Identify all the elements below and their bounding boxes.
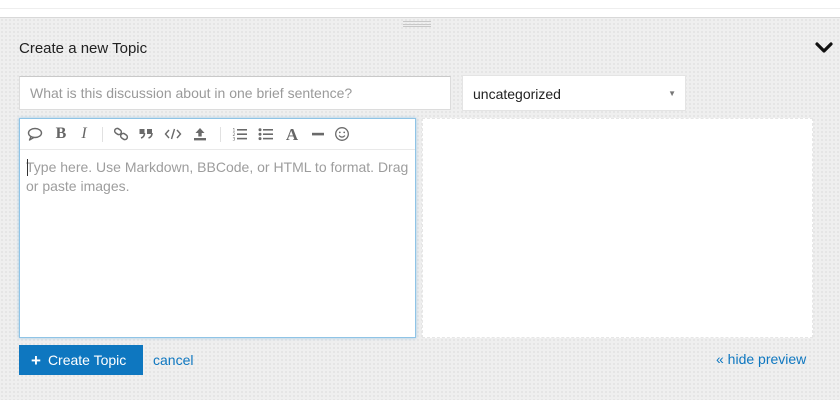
composer-panel: Create a new Topic uncategorized ▼ B I <box>0 18 840 400</box>
speech-bubble-icon[interactable] <box>25 125 45 143</box>
category-selected-value: uncategorized <box>473 86 561 102</box>
toolbar-separator <box>102 127 103 142</box>
chevron-down-icon <box>815 42 833 53</box>
editor-toolbar: B I 1 2 3 A <box>20 119 415 150</box>
editor-textarea[interactable] <box>20 150 415 337</box>
heading-icon[interactable]: A <box>282 125 302 143</box>
italic-icon[interactable]: I <box>74 125 94 143</box>
link-icon[interactable] <box>111 125 131 143</box>
cancel-link[interactable]: cancel <box>153 352 193 368</box>
top-strip <box>0 0 840 18</box>
collapse-button[interactable] <box>814 40 834 56</box>
composer-title: Create a new Topic <box>19 40 148 57</box>
resize-grippie[interactable] <box>403 21 431 27</box>
caret-down-icon: ▼ <box>668 89 676 98</box>
upload-icon[interactable] <box>190 125 210 143</box>
bold-icon[interactable]: B <box>51 125 71 143</box>
create-topic-label: Create Topic <box>47 352 127 368</box>
topic-title-input[interactable] <box>19 76 451 110</box>
horizontal-rule-icon[interactable] <box>308 125 328 143</box>
top-strip-divider <box>0 8 840 9</box>
code-icon[interactable] <box>163 125 183 143</box>
category-select[interactable]: uncategorized ▼ <box>462 75 686 111</box>
toolbar-separator <box>220 127 221 142</box>
numbered-list-icon[interactable]: 1 2 3 <box>230 125 250 143</box>
svg-text:3: 3 <box>233 137 236 142</box>
preview-pane <box>422 118 813 338</box>
quote-icon[interactable] <box>136 125 156 143</box>
text-caret <box>27 159 28 176</box>
bulleted-list-icon[interactable] <box>256 125 276 143</box>
editor: B I 1 2 3 A Type here. Use Markdown, BBC… <box>19 118 416 338</box>
create-topic-button[interactable]: + Create Topic <box>19 345 143 375</box>
hide-preview-link[interactable]: « hide preview <box>716 351 806 367</box>
plus-icon: + <box>31 350 41 370</box>
emoji-icon[interactable] <box>332 125 352 143</box>
